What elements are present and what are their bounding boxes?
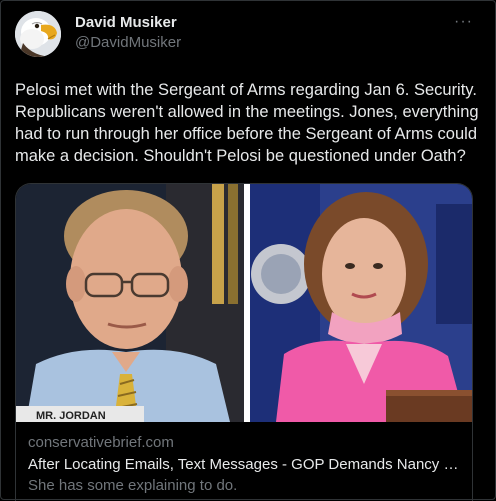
link-preview-image[interactable]: MR. JORDAN [16, 184, 472, 422]
eagle-avatar-icon[interactable] [15, 11, 61, 57]
more-options-icon[interactable]: ··· [454, 13, 473, 31]
author-names: David Musiker @DavidMusiker [75, 14, 181, 53]
link-preview-card[interactable]: MR. JORDAN conservativebrief.com After L… [15, 183, 473, 501]
link-description: She has some explaining to do. [28, 477, 238, 494]
link-domain[interactable]: conservativebrief.com [28, 433, 460, 452]
tweet-header: David Musiker @DavidMusiker ··· [15, 11, 481, 63]
author-display-name[interactable]: David Musiker [75, 14, 181, 32]
name-placard-text: MR. JORDAN [36, 410, 106, 422]
tweet-card[interactable]: David Musiker @DavidMusiker ··· Pelosi m… [0, 0, 496, 501]
author-handle[interactable]: @DavidMusiker [75, 33, 181, 53]
tweet-text: Pelosi met with the Sergeant of Arms reg… [15, 81, 484, 165]
link-title[interactable]: After Locating Emails, Text Messages - G… [28, 454, 460, 475]
link-preview-meta: conservativebrief.com After Locating Ema… [16, 422, 472, 496]
